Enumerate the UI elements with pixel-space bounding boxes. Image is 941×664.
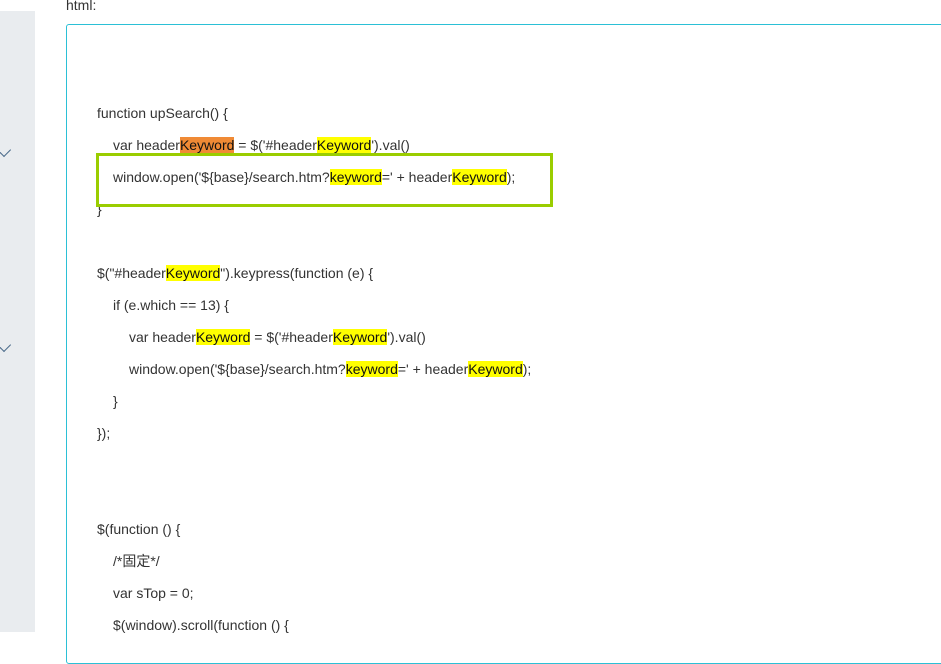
search-match-highlight: keyword [345, 361, 398, 377]
code-line: $(window).scroll(function () { [97, 609, 531, 641]
code-line: function upSearch() { [97, 97, 531, 129]
code-text: =' + header [397, 361, 469, 377]
search-match-highlight: Keyword [316, 137, 372, 153]
code-text: $(function () { [97, 521, 181, 537]
code-text: var header [113, 137, 180, 153]
code-text: if (e.which == 13) { [113, 297, 229, 313]
chevron-down-icon[interactable] [0, 337, 12, 353]
code-line: $(function () { [97, 513, 531, 545]
code-text: var header [129, 329, 196, 345]
code-text: window.open('${base}/search.htm? [129, 361, 346, 377]
search-match-highlight: Keyword [165, 265, 221, 281]
annotation-highlight-box [96, 153, 553, 207]
chevron-down-icon[interactable] [0, 142, 12, 158]
code-text: = $('#header [234, 137, 317, 153]
code-text: /*固定*/ [113, 553, 160, 569]
code-line: $("#headerKeyword").keypress(function (e… [97, 257, 531, 289]
code-text: ').val() [387, 329, 426, 345]
search-match-highlight: Keyword [468, 361, 523, 377]
code-text: ); [522, 361, 532, 377]
sidebar [0, 11, 35, 632]
code-line: }); [97, 417, 531, 449]
code-text: ").keypress(function (e) { [220, 265, 374, 281]
code-line: var headerKeyword = $('#headerKeyword').… [97, 321, 531, 353]
section-label: html: [66, 0, 97, 13]
code-text: $("#header [97, 265, 166, 281]
code-line: if (e.which == 13) { [97, 289, 531, 321]
code-text: $(window).scroll(function () { [113, 617, 289, 633]
code-text: = $('#header [250, 329, 333, 345]
search-match-highlight: Keyword [195, 329, 251, 345]
search-match-highlight: Keyword [179, 137, 235, 153]
code-line: var sTop = 0; [97, 577, 531, 609]
code-text: var sTop = 0; [113, 585, 194, 601]
code-line: window.open('${base}/search.htm?keyword=… [97, 353, 531, 385]
code-text: ').val() [371, 137, 410, 153]
code-text: } [113, 393, 118, 409]
search-match-highlight: Keyword [332, 329, 388, 345]
code-line: /*固定*/ [97, 545, 531, 577]
code-text: function upSearch() { [97, 105, 228, 121]
code-text: }); [97, 425, 111, 441]
code-line: } [97, 385, 531, 417]
